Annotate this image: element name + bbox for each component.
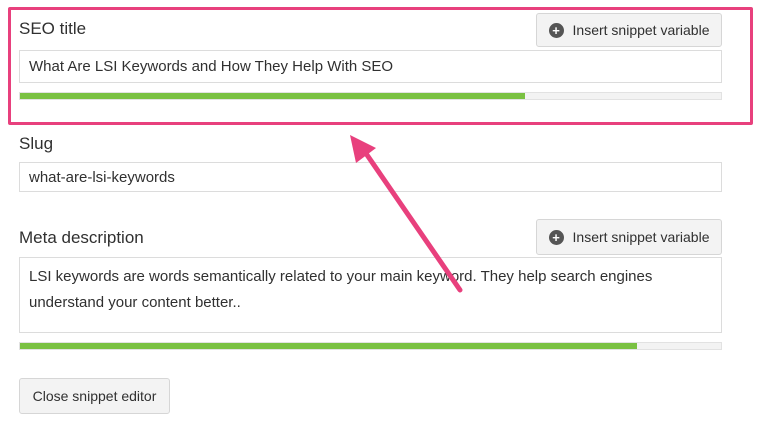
annotation-arrow-icon	[350, 135, 463, 293]
